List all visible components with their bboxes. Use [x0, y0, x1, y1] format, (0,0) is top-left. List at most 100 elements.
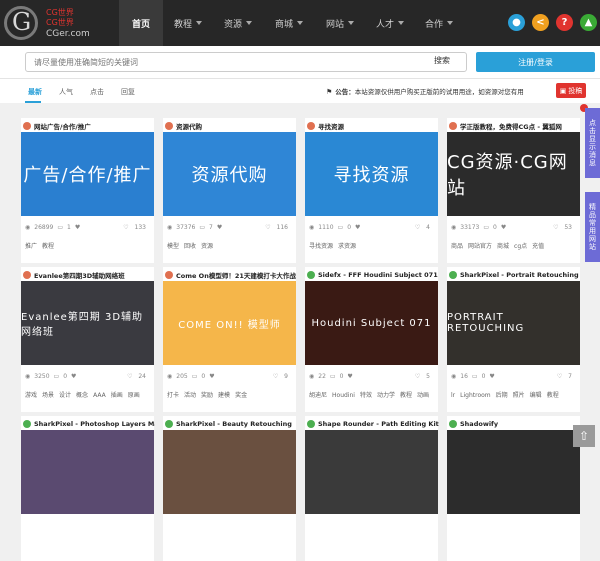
resource-card[interactable]: 寻找资源 寻找资源 ◉ 1110 ▭ 0 ♥ ♡ 4 寻找资源 求资源 [305, 118, 438, 263]
tag-link[interactable]: 奖金 [235, 392, 247, 399]
card-title[interactable]: SharkPixel - Beauty Retouching [165, 419, 297, 429]
tag-link[interactable]: AAA [93, 392, 106, 399]
card-title[interactable]: 寻找资源 [307, 121, 439, 131]
tag-link[interactable]: 编辑 [530, 392, 542, 399]
tag-link[interactable]: cg点 [514, 243, 527, 250]
tab-popular[interactable]: 人气 [59, 87, 73, 97]
heart-icon[interactable]: ♥ [501, 224, 506, 231]
card-thumbnail[interactable]: Houdini Subject 071 [305, 281, 438, 365]
post-submit-button[interactable]: ▣ 投稿 [556, 83, 586, 98]
tag-link[interactable]: 场景 [42, 392, 54, 399]
card-title[interactable]: Shape Rounder - Path Editing Kit [307, 419, 439, 429]
resource-card[interactable]: Shadowify [447, 416, 580, 561]
card-title[interactable]: Come On模型师！21天建模打卡大作战 [165, 270, 297, 280]
tag-link[interactable]: 商品 [451, 243, 463, 250]
resource-card[interactable]: SharkPixel - Beauty Retouching [163, 416, 296, 561]
heart-icon[interactable]: ♥ [489, 373, 494, 380]
back-to-top-button[interactable]: ⇧ [573, 425, 595, 447]
tag-link[interactable]: 插画 [111, 392, 123, 399]
side-sites-button[interactable]: 精品常用网站 [585, 192, 600, 262]
tab-clicks[interactable]: 点击 [90, 87, 104, 97]
heart-icon[interactable]: ♥ [355, 224, 360, 231]
card-thumbnail[interactable]: 资源代购 [163, 132, 296, 216]
tag-link[interactable]: 动画 [417, 392, 429, 399]
resource-card[interactable]: 资源代购 资源代购 ◉ 37376 ▭ 7 ♥ ♡ 116 模型 回收 资源 [163, 118, 296, 263]
resource-card[interactable]: Shape Rounder - Path Editing Kit [305, 416, 439, 561]
tag-link[interactable]: 求资源 [338, 243, 356, 250]
tag-link[interactable]: 建模 [218, 392, 230, 399]
nav-item-3[interactable]: 商城 [263, 0, 315, 46]
tag-link[interactable]: 奖励 [201, 392, 213, 399]
card-title[interactable]: Evanlee第四期3D辅助网络班 [23, 270, 155, 280]
tag-link[interactable]: 教程 [42, 243, 54, 250]
resource-card[interactable]: Evanlee第四期3D辅助网络班 Evanlee第四期 3D辅助网络班 ◉ 3250… [21, 267, 154, 412]
user-icon[interactable]: ▲ [580, 14, 597, 31]
tag-link[interactable]: 游戏 [25, 392, 37, 399]
tag-link[interactable]: Lightroom [460, 392, 491, 399]
tag-link[interactable]: 模型 [167, 243, 179, 250]
card-thumbnail[interactable]: PORTRAIT RETOUCHING [447, 281, 580, 365]
resource-card[interactable]: SharkPixel - Photoshop Layers Mastercl..… [21, 416, 155, 561]
tag-link[interactable]: 胡迪尼 [309, 392, 327, 399]
tag-link[interactable]: 推广 [25, 243, 37, 250]
register-login-button[interactable]: 注册/登录 [476, 52, 595, 72]
card-thumbnail[interactable]: CG资源·CG网站 [447, 132, 580, 216]
tag-link[interactable]: 概念 [76, 392, 88, 399]
nav-item-6[interactable]: 合作 [415, 0, 463, 46]
tag-link[interactable]: 打卡 [167, 392, 179, 399]
tag-link[interactable]: 动力学 [377, 392, 395, 399]
tag-link[interactable]: lr [451, 392, 455, 399]
tag-link[interactable]: 网站官方 [468, 243, 492, 250]
tab-replies[interactable]: 回复 [121, 87, 135, 97]
heart-icon[interactable]: ♥ [209, 373, 214, 380]
tag-link[interactable]: 照片 [513, 392, 525, 399]
fire-icon[interactable]: ● [508, 14, 525, 31]
card-title[interactable]: 学正版教程，免费得CG点 - 翼狐网 [449, 121, 581, 131]
card-thumbnail[interactable] [163, 430, 296, 514]
card-thumbnail[interactable]: 广告/合作/推广 [21, 132, 154, 216]
resource-card[interactable]: 学正版教程，免费得CG点 - 翼狐网 CG资源·CG网站 ◉ 33173 ▭ 0 ♥ ♡ 53… [447, 118, 580, 263]
resource-card[interactable]: 网站广告/合作/推广 广告/合作/推广 ◉ 26899 ▭ 1 ♥ ♡ 133 推广 教程 [21, 118, 154, 263]
tag-link[interactable]: 回收 [184, 243, 196, 250]
tag-link[interactable]: 寻找资源 [309, 243, 333, 250]
heart-icon[interactable]: ♥ [71, 373, 76, 380]
card-title[interactable]: SharkPixel - Portrait Retouching [449, 270, 581, 280]
tab-latest[interactable]: 最新 [28, 87, 42, 97]
side-message-button[interactable]: 点击显示消息 [585, 108, 600, 178]
tag-link[interactable]: 设计 [59, 392, 71, 399]
card-thumbnail[interactable]: 寻找资源 [305, 132, 438, 216]
tag-link[interactable]: 商城 [497, 243, 509, 250]
heart-icon[interactable]: ♥ [75, 224, 80, 231]
nav-item-0[interactable]: 首页 [119, 0, 163, 46]
tag-link[interactable]: 特效 [360, 392, 372, 399]
tag-link[interactable]: 后期 [496, 392, 508, 399]
card-thumbnail[interactable] [447, 430, 580, 514]
resource-card[interactable]: Sidefx - FFF Houdini Subject 071 Houdini … [305, 267, 438, 412]
search-input[interactable] [25, 52, 467, 72]
heart-icon[interactable]: ♥ [217, 224, 222, 231]
resource-card[interactable]: Come On模型师！21天建模打卡大作战 COME ON!! 模型师 ◉ 205 ▭ 0… [163, 267, 296, 412]
help-icon[interactable]: ? [556, 14, 573, 31]
tag-link[interactable]: 原画 [128, 392, 140, 399]
card-title[interactable]: SharkPixel - Photoshop Layers Mastercl..… [23, 419, 155, 429]
tag-link[interactable]: 活动 [184, 392, 196, 399]
nav-item-5[interactable]: 人才 [365, 0, 415, 46]
tag-link[interactable]: 充值 [532, 243, 544, 250]
tag-link[interactable]: 资源 [201, 243, 213, 250]
search-button[interactable]: 搜索 [434, 55, 450, 66]
resource-card[interactable]: SharkPixel - Portrait Retouching PORTRAIT… [447, 267, 580, 412]
heart-icon[interactable]: ♥ [347, 373, 352, 380]
nav-item-1[interactable]: 教程 [163, 0, 213, 46]
tag-link[interactable]: Houdini [332, 392, 355, 399]
card-title[interactable]: Shadowify [449, 419, 581, 429]
card-thumbnail[interactable]: COME ON!! 模型师 [163, 281, 296, 365]
nav-item-2[interactable]: 资源 [213, 0, 263, 46]
card-title[interactable]: 网站广告/合作/推广 [23, 121, 155, 131]
card-title[interactable]: 资源代购 [165, 121, 297, 131]
tag-link[interactable]: 教程 [547, 392, 559, 399]
tag-link[interactable]: 教程 [400, 392, 412, 399]
nav-item-4[interactable]: 网站 [315, 0, 365, 46]
card-thumbnail[interactable] [305, 430, 438, 514]
site-logo[interactable]: G CG世界 CG世界 CGer.com [4, 6, 114, 42]
share-icon[interactable]: < [532, 14, 549, 31]
